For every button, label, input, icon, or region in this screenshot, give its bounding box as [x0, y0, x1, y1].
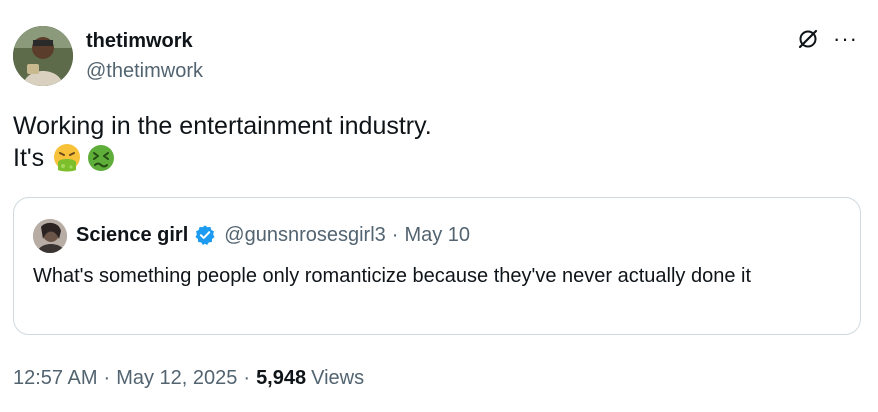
quoted-header: Science girl @gunsnrosesgirl3 · May 10 — [76, 222, 470, 248]
quoted-author-handle[interactable]: @gunsnrosesgirl3 — [224, 222, 386, 248]
tweet: thetimwork @thetimwork ··· Working in th… — [0, 0, 878, 412]
meta-separator-1: · — [103, 367, 111, 389]
tweet-meta: 12:57 AM · May 12, 2025 · 5,948 Views — [13, 365, 364, 391]
tweet-text-line-2: It's — [13, 142, 432, 174]
more-icon[interactable]: ··· — [833, 28, 858, 50]
tweet-time[interactable]: 12:57 AM — [13, 365, 98, 391]
author-handle[interactable]: @thetimwork — [86, 58, 203, 84]
verified-badge-icon — [194, 224, 216, 246]
face-vomiting-emoji — [52, 143, 82, 173]
top-actions: ··· — [797, 28, 858, 50]
quoted-author-avatar[interactable] — [33, 219, 67, 253]
quoted-text: What's something people only romanticize… — [33, 265, 752, 287]
tweet-text: Working in the entertainment industry. I… — [13, 110, 432, 174]
tweet-text-its: It's — [13, 144, 45, 172]
views-count: 5,948 — [256, 367, 307, 389]
tweet-date[interactable]: May 12, 2025 — [116, 365, 237, 391]
tweet-text-line-1: Working in the entertainment industry. — [13, 112, 432, 140]
quoted-tweet[interactable]: Science girl @gunsnrosesgirl3 · May 10 W… — [13, 197, 861, 335]
meta-separator-2: · — [243, 367, 251, 389]
quoted-author-name[interactable]: Science girl — [76, 222, 188, 248]
author-avatar[interactable] — [13, 26, 73, 86]
quoted-separator: · — [391, 224, 399, 246]
author-name[interactable]: thetimwork — [86, 28, 193, 54]
nauseated-face-emoji — [86, 143, 116, 173]
grok-icon[interactable] — [797, 28, 819, 50]
quoted-date[interactable]: May 10 — [404, 222, 470, 248]
views-label: Views — [311, 367, 365, 389]
